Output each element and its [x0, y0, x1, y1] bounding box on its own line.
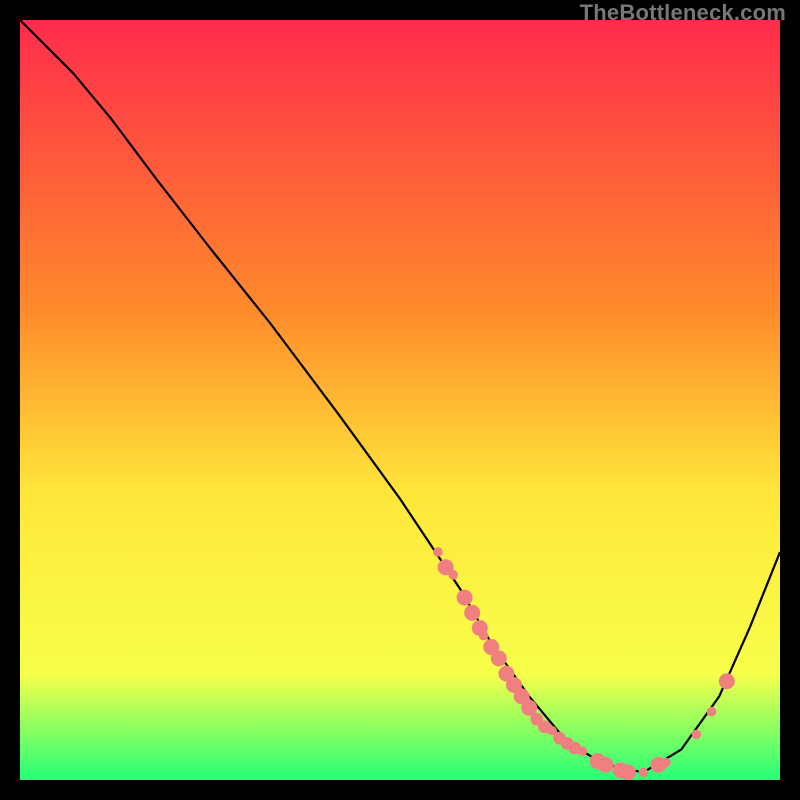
- curve-marker: [448, 570, 458, 580]
- curve-marker: [707, 707, 717, 717]
- curve-marker: [692, 730, 702, 740]
- curve-marker: [597, 757, 613, 773]
- curve-marker: [578, 746, 588, 756]
- curve-marker: [620, 764, 636, 780]
- curve-marker: [457, 590, 473, 606]
- bottleneck-chart: [20, 20, 780, 780]
- curve-marker: [491, 650, 507, 666]
- chart-frame: [20, 20, 780, 780]
- curve-marker: [638, 768, 648, 778]
- curve-marker: [661, 758, 671, 768]
- curve-marker: [433, 547, 443, 557]
- gradient-background: [20, 20, 780, 780]
- watermark-text: TheBottleneck.com: [580, 0, 786, 26]
- curve-marker: [479, 631, 489, 641]
- curve-marker: [719, 673, 735, 689]
- curve-marker: [464, 605, 480, 621]
